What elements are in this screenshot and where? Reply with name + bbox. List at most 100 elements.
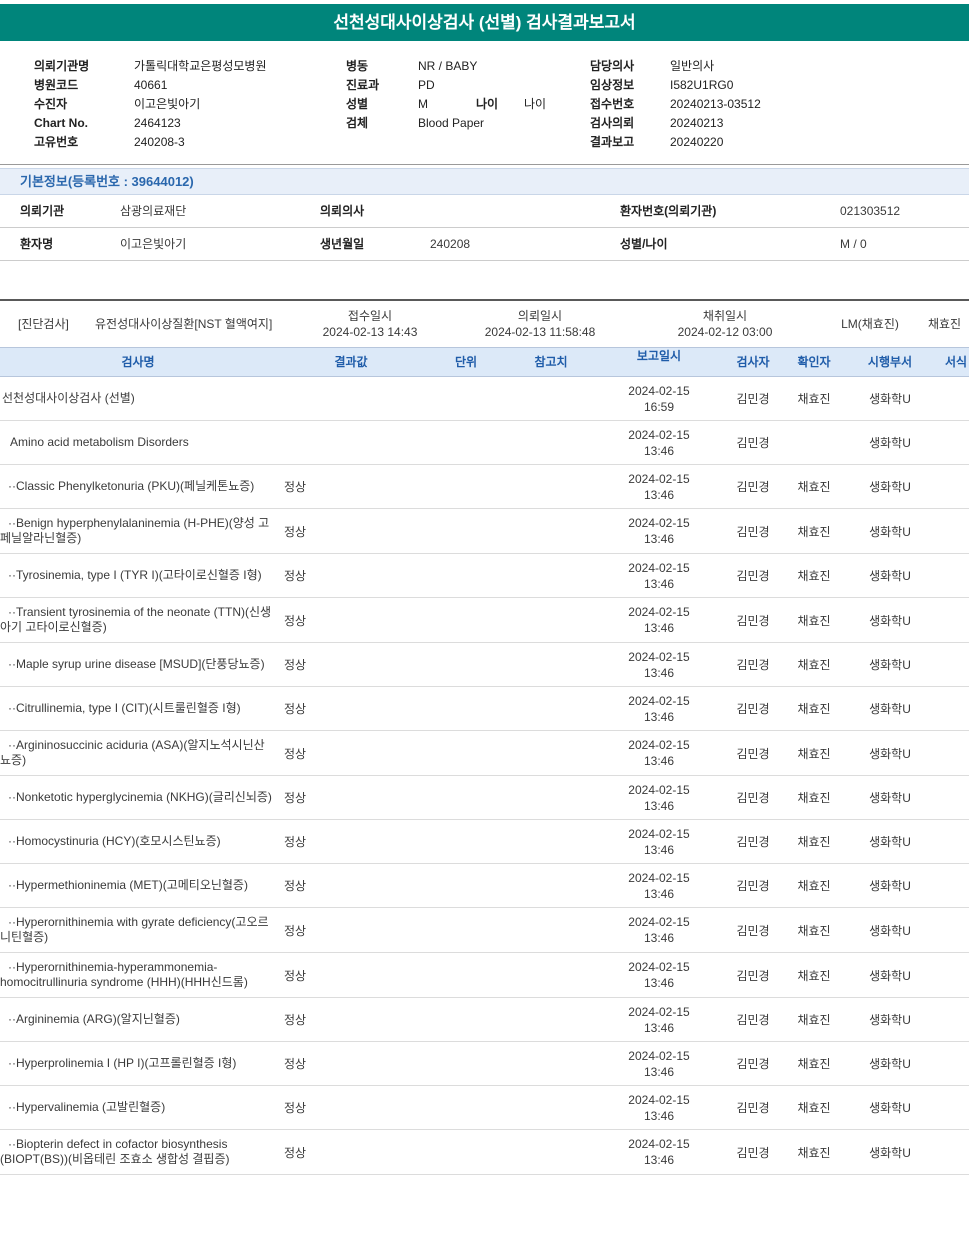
info-row: Chart No. 2464123 xyxy=(34,114,346,133)
report-date: 2024-02-15 xyxy=(628,471,690,486)
info-value: Blood Paper xyxy=(418,116,485,130)
report-date: 2024-02-15 xyxy=(628,826,690,841)
confirmer-name: 채효진 xyxy=(797,702,831,716)
confirmer-name: 채효진 xyxy=(797,1145,831,1160)
test-name: ··Maple syrup urine disease [MSUD](단풍당뇨증… xyxy=(8,657,265,671)
tester-name: 김민경 xyxy=(736,923,770,938)
department-name: 생화학U xyxy=(869,658,911,672)
result-row: Amino acid metabolism Disorders 2024-02-1… xyxy=(0,421,969,465)
header-info-col2: 병동 NR / BABY 진료과 PD 성별 M 나이 나이 검체 Blood Paper xyxy=(346,57,590,152)
report-datetime: 2024-02-15 13:46 xyxy=(594,560,724,592)
confirmer-name: 채효진 xyxy=(797,791,831,805)
receipt-label: 접수일시 xyxy=(347,309,393,323)
result-row: ··Hypermethioninemia (MET)(고메티오닌혈증) 정상 202… xyxy=(0,864,969,908)
department-name: 생화학U xyxy=(869,835,911,849)
result-value: 정상 xyxy=(284,480,307,494)
info-label: Chart No. xyxy=(34,116,88,130)
info-label: 임상정보 xyxy=(590,78,635,92)
request-label: 의뢰일시 xyxy=(517,309,563,323)
tester-name: 김민경 xyxy=(736,436,770,450)
info-label: 병원코드 xyxy=(34,78,79,92)
info-row: 수진자 이고은빛아기 xyxy=(34,95,346,114)
result-value: 정상 xyxy=(284,1101,307,1115)
result-row: ··Citrullinemia, type I (CIT)(시트룰린혈증 I형)… xyxy=(0,687,969,731)
col-header-department: 시행부서 xyxy=(867,355,913,369)
report-datetime: 2024-02-15 13:46 xyxy=(594,1092,724,1124)
report-date: 2024-02-15 xyxy=(628,383,690,398)
result-row: 선천성대사이상검사 (선별) 2024-02-15 16:59 김민경 채효진 생화학U xyxy=(0,377,969,421)
info-label: 의뢰기관명 xyxy=(34,59,90,73)
basic-info-section-bar: 기본정보(등록번호 : 39644012) xyxy=(0,168,969,195)
department-name: 생화학U xyxy=(869,1101,911,1115)
result-value: 정상 xyxy=(284,1057,307,1071)
info-row: 검체 Blood Paper xyxy=(346,114,590,133)
receipt-datetime: 접수일시 2024-02-13 14:43 xyxy=(290,308,450,340)
report-time: 13:46 xyxy=(643,443,675,458)
result-row: ··Classic Phenylketonuria (PKU)(페닐케톤뇨증) 정… xyxy=(0,465,969,509)
department-name: 생화학U xyxy=(869,702,911,716)
tester-name: 김민경 xyxy=(736,613,770,628)
report-datetime: 2024-02-15 13:46 xyxy=(594,427,724,459)
test-name: ··Argininosuccinic aciduria (ASA)(알지노석시닌… xyxy=(0,738,265,767)
result-row: ··Transient tyrosinemia of the neonate (… xyxy=(0,598,969,643)
report-date: 2024-02-15 xyxy=(628,1137,690,1151)
field-label: 환자번호(의뢰기관) xyxy=(620,204,717,218)
header-divider xyxy=(0,164,969,165)
confirmer-name: 채효진 xyxy=(797,879,831,893)
report-time: 13:46 xyxy=(643,665,675,680)
field-value: 이고은빛아기 xyxy=(120,237,187,251)
tester-name: 김민경 xyxy=(736,879,770,893)
result-row: ··Biopterin defect in cofactor biosynthe… xyxy=(0,1130,969,1175)
result-row: ··Maple syrup urine disease [MSUD](단풍당뇨증… xyxy=(0,643,969,687)
tester-name: 김민경 xyxy=(736,746,770,761)
confirmer-name: 채효진 xyxy=(797,968,831,983)
confirmer-name: 채효진 xyxy=(797,746,831,761)
report-time: 13:46 xyxy=(643,576,675,591)
report-date: 2024-02-15 xyxy=(628,960,690,974)
result-row: ··Hyperornithinemia-hyperammonemia-homoc… xyxy=(0,953,969,998)
col-header-test-name: 검사명 xyxy=(121,355,155,369)
report-time: 13:46 xyxy=(643,798,675,813)
result-row: ··Argininemia (ARG)(알지닌혈증) 정상 2024-02-15 13… xyxy=(0,998,969,1042)
test-name: ··Classic Phenylketonuria (PKU)(페닐케톤뇨증) xyxy=(8,479,255,493)
report-datetime: 2024-02-15 13:46 xyxy=(594,870,724,902)
field-label: 생년월일 xyxy=(320,237,365,251)
tester-name: 김민경 xyxy=(736,569,770,583)
info-value: 일반의사 xyxy=(670,59,715,73)
info-row: 담당의사 일반의사 xyxy=(590,57,969,76)
department-name: 생화학U xyxy=(869,613,911,628)
info-value: 20240213 xyxy=(670,116,724,130)
header-info-col3: 담당의사 일반의사 임상정보 I582U1RG0 접수번호 20240213-03512 검… xyxy=(590,57,969,152)
result-row: ··Nonketotic hyperglycinemia (NKHG)(글리신뇌… xyxy=(0,776,969,820)
result-value: 정상 xyxy=(284,658,307,672)
report-time: 13:46 xyxy=(643,532,675,546)
result-value: 정상 xyxy=(284,1013,307,1027)
collection-label: 채취일시 xyxy=(702,309,748,323)
test-name: ··Hyperornithinemia with gyrate deficien… xyxy=(0,915,269,944)
result-value: 정상 xyxy=(284,613,307,628)
field-value: 021303512 xyxy=(840,204,901,218)
info-label: 병동 xyxy=(346,59,369,73)
col-header-unit: 단위 xyxy=(454,355,478,369)
department-name: 생화학U xyxy=(869,392,911,406)
info-row: 접수번호 20240213-03512 xyxy=(590,95,969,114)
department-name: 생화학U xyxy=(869,1013,911,1027)
info-value: 40661 xyxy=(134,78,168,92)
col-header-report-date: 보고일시 xyxy=(636,349,682,363)
info-row: 병동 NR / BABY xyxy=(346,57,590,76)
report-time: 13:46 xyxy=(643,487,675,502)
result-value: 정상 xyxy=(284,1145,307,1160)
result-value: 정상 xyxy=(284,968,307,983)
report-time: 13:46 xyxy=(643,1108,675,1123)
confirmer-name: 채효진 xyxy=(797,923,831,938)
tester-name: 김민경 xyxy=(736,968,770,983)
result-value: 정상 xyxy=(284,702,307,716)
col-header-confirmer: 확인자 xyxy=(797,355,831,369)
info-row: 진료과 PD xyxy=(346,76,590,95)
report-datetime: 2024-02-15 13:46 xyxy=(594,914,724,946)
info-label: 나이 xyxy=(476,97,499,111)
col-header-format: 서식 xyxy=(944,355,968,369)
result-value: 정상 xyxy=(284,923,307,938)
report-time: 16:59 xyxy=(643,399,675,414)
col-header-reference: 참고치 xyxy=(534,355,568,369)
